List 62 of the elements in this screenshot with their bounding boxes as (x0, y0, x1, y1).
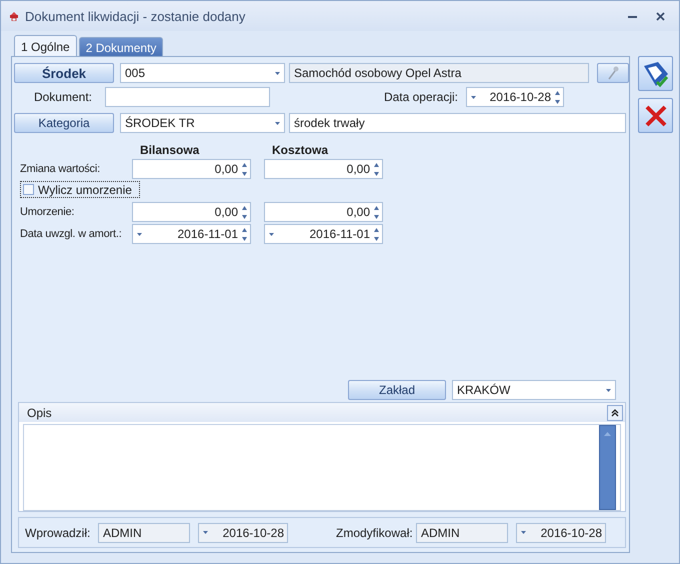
date-field[interactable]: 2016-10-28 (516, 522, 606, 542)
date-field[interactable]: 2016-11-01 (264, 224, 383, 244)
cancel-button[interactable] (638, 98, 673, 133)
tab[interactable]: 1 Ogólne (14, 35, 77, 56)
field-label: Zmiana wartości: (19, 163, 101, 175)
double-chevron-up-icon (611, 408, 619, 416)
dropdown-caret-icon (471, 96, 476, 98)
date-field[interactable]: 2016-11-01 (132, 224, 251, 244)
field-label: Dokument: (32, 90, 92, 104)
number-field[interactable]: 0,00 (264, 202, 383, 222)
field-label: Wprowadził: (25, 526, 92, 540)
dropdown-field[interactable]: ŚRODEK TR (120, 113, 285, 133)
scroll-up-icon (604, 432, 611, 436)
spinner-arrows-icon (374, 228, 379, 240)
dropdown-caret-icon (203, 531, 208, 534)
user-field: ADMIN (416, 522, 508, 542)
number-field[interactable]: 0,00 (264, 159, 383, 179)
spinner-arrows-icon (374, 162, 379, 176)
window-title: Dokument likwidacji - zostanie dodany (25, 8, 246, 24)
minimize-icon (628, 14, 636, 18)
collapse-button[interactable] (607, 404, 623, 420)
app-icon (9, 11, 19, 21)
checkbox[interactable]: Wylicz umorzenie (20, 181, 140, 198)
asset-button[interactable]: Środek (14, 63, 114, 83)
field-label: Umorzenie: (19, 206, 76, 218)
spinner-arrows-icon (242, 228, 247, 240)
save-button[interactable] (638, 56, 673, 91)
document-field[interactable] (105, 87, 270, 107)
field-label: Data uwzgl. w amort.: (19, 228, 123, 240)
pin-button[interactable] (597, 63, 629, 83)
cross-icon (644, 104, 668, 128)
spinner-arrows-icon (242, 162, 247, 176)
number-field[interactable]: 0,00 (132, 159, 251, 179)
scrollbar[interactable] (599, 425, 616, 510)
category-button[interactable]: Kategoria (14, 113, 114, 133)
number-field[interactable]: 0,00 (132, 202, 251, 222)
pin-icon (607, 66, 619, 80)
asset-name-field: Samochód osobowy Opel Astra (289, 63, 589, 83)
column-header: Kosztowa (272, 143, 330, 157)
dropdown-caret-icon (521, 531, 526, 534)
description-text-area[interactable] (23, 424, 621, 511)
date-field[interactable]: 2016-10-28 (466, 87, 564, 107)
dropdown-field[interactable]: 005 (120, 63, 285, 83)
dropdown-field[interactable]: KRAKÓW (452, 380, 616, 400)
dropdown-caret-icon (137, 232, 142, 236)
user-field: ADMIN (98, 522, 190, 542)
column-header: Bilansowa (140, 143, 200, 157)
date-field[interactable]: 2016-10-28 (198, 522, 288, 542)
close-icon (656, 12, 664, 20)
spinner-arrows-icon (242, 206, 247, 218)
tab[interactable]: 2 Dokumenty (78, 37, 164, 56)
dropdown-caret-icon (275, 122, 280, 124)
field-label: Zmodyfikował: (336, 526, 414, 540)
dropdown-caret-icon (606, 388, 611, 392)
section-title: Opis (27, 406, 52, 420)
branch-button[interactable]: Zakład (348, 380, 446, 400)
category-name-field[interactable]: środek trwały (289, 113, 626, 133)
field-label: Data operacji: (382, 90, 458, 104)
spinner-arrows-icon (555, 90, 560, 104)
spinner-arrows-icon (374, 206, 379, 218)
dropdown-caret-icon (269, 232, 274, 236)
dropdown-caret-icon (275, 72, 280, 74)
